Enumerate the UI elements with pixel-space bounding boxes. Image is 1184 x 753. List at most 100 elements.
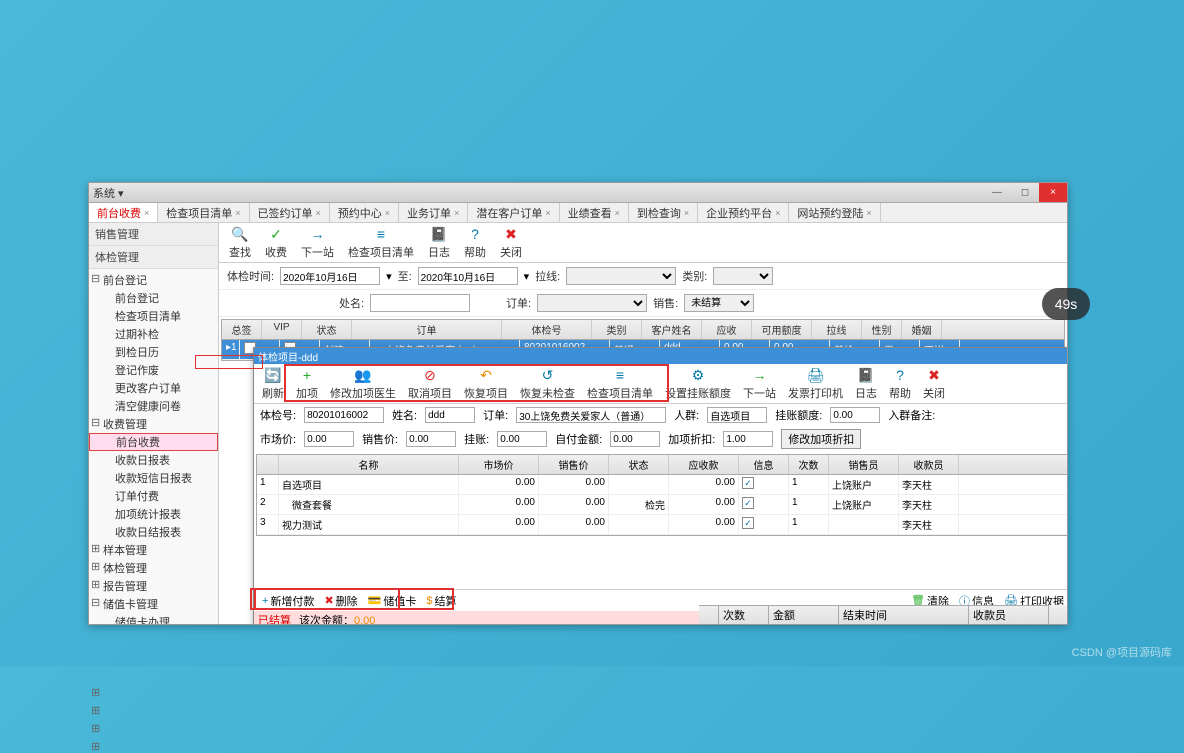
tree-node[interactable]: 加项统计报表	[89, 505, 218, 523]
market-input[interactable]	[304, 431, 354, 447]
order-select[interactable]	[537, 294, 647, 312]
tab-网站预约登陆[interactable]: 网站预约登陆×	[789, 203, 880, 222]
tab-close-icon[interactable]: ×	[316, 208, 321, 218]
group-input[interactable]	[707, 407, 767, 423]
tab-前台收费[interactable]: 前台收费×	[89, 203, 158, 222]
col-header[interactable]: 可用额度	[752, 320, 812, 339]
toolbar-收费[interactable]: ✓收费	[259, 224, 293, 261]
col-header[interactable]: 订单	[352, 320, 502, 339]
tree-node[interactable]: 收款短信日报表	[89, 469, 218, 487]
sw-toolbar-发票打印机[interactable]: 🖨发票打印机	[782, 365, 849, 402]
toolbar-关闭[interactable]: ✖关闭	[494, 224, 528, 261]
tree-node[interactable]: 储值卡管理	[89, 595, 218, 613]
dropdown-icon[interactable]: ▾	[386, 270, 392, 283]
item-col-header[interactable]: 次数	[789, 455, 829, 474]
col-header[interactable]: VIP	[262, 320, 302, 339]
col-header[interactable]: 性别	[862, 320, 902, 339]
tab-close-icon[interactable]: ×	[454, 208, 459, 218]
line-select[interactable]	[566, 267, 676, 285]
item-col-header[interactable]: 销售员	[829, 455, 899, 474]
tab-业绩查看[interactable]: 业绩查看×	[560, 203, 629, 222]
toolbar-下一站[interactable]: →下一站	[295, 224, 340, 261]
sidebar-cat-sales[interactable]: 销售管理	[89, 223, 218, 246]
tab-业务订单[interactable]: 业务订单×	[399, 203, 468, 222]
sw-toolbar-帮助[interactable]: ?帮助	[883, 365, 917, 402]
self-input[interactable]	[610, 431, 660, 447]
tab-检查项目清单[interactable]: 检查项目清单×	[158, 203, 249, 222]
dropdown-icon[interactable]: ▾	[524, 270, 530, 283]
sale-input[interactable]	[406, 431, 456, 447]
maximize-button[interactable]: ◻	[1011, 183, 1039, 202]
tree-node[interactable]: 储值卡办理	[89, 613, 218, 624]
col-header[interactable]: 状态	[302, 320, 352, 339]
sw-toolbar-日志[interactable]: 📓日志	[849, 365, 883, 402]
sw-toolbar-关闭[interactable]: ✖关闭	[917, 365, 951, 402]
tree-node[interactable]: 前台收费	[89, 433, 218, 451]
hist-col-header[interactable]	[699, 605, 719, 624]
tab-企业预约平台[interactable]: 企业预约平台×	[698, 203, 789, 222]
col-header[interactable]: 应收	[702, 320, 752, 339]
item-row[interactable]: 3视力测试0.000.000.00✓1李天柱	[257, 515, 1067, 535]
toolbar-帮助[interactable]: ?帮助	[458, 224, 492, 261]
tree-node[interactable]: 更改客户订单	[89, 379, 218, 397]
col-header[interactable]: 类别	[592, 320, 642, 339]
exam-no-input[interactable]	[304, 407, 384, 423]
hist-col-header[interactable]: 收款员	[969, 605, 1049, 624]
close-button[interactable]: ×	[1039, 183, 1067, 202]
modify-discount-button[interactable]: 修改加项折扣	[781, 429, 861, 449]
tree-node[interactable]: 检查项目清单	[89, 307, 218, 325]
system-menu[interactable]: 系统 ▾	[93, 185, 124, 201]
tree-node[interactable]: 清空健康问卷	[89, 397, 218, 415]
tree-node[interactable]: 报告管理	[89, 577, 218, 595]
item-col-header[interactable]: 应收款	[669, 455, 739, 474]
tree-node[interactable]: 前台登记	[89, 289, 218, 307]
sw-toolbar-下一站[interactable]: →下一站	[737, 365, 782, 402]
item-row[interactable]: 1自选项目0.000.000.00✓1上饶账户李天柱	[257, 475, 1067, 495]
tab-已签约订单[interactable]: 已签约订单×	[250, 203, 330, 222]
item-col-header[interactable]: 状态	[609, 455, 669, 474]
date-from-input[interactable]	[280, 267, 380, 285]
discount-input[interactable]	[723, 431, 773, 447]
hist-col-header[interactable]: 结束时间	[839, 605, 969, 624]
date-to-input[interactable]	[418, 267, 518, 285]
col-header[interactable]: 拉线	[812, 320, 862, 339]
tab-预约中心[interactable]: 预约中心×	[330, 203, 399, 222]
tab-close-icon[interactable]: ×	[235, 208, 240, 218]
tab-close-icon[interactable]: ×	[545, 208, 550, 218]
order-input[interactable]	[516, 407, 666, 423]
tab-close-icon[interactable]: ×	[866, 208, 871, 218]
type-select[interactable]	[713, 267, 773, 285]
tree-node[interactable]: 订单付费	[89, 487, 218, 505]
hist-col-header[interactable]: 金额	[769, 605, 839, 624]
col-header[interactable]: 客户姓名	[642, 320, 702, 339]
tree-node[interactable]: 过期补检	[89, 325, 218, 343]
item-col-header[interactable]: 销售价	[539, 455, 609, 474]
tree-node[interactable]: 收费管理	[89, 415, 218, 433]
tab-close-icon[interactable]: ×	[775, 208, 780, 218]
item-col-header[interactable]: 信息	[739, 455, 789, 474]
item-col-header[interactable]: 名称	[279, 455, 459, 474]
credit2-input[interactable]	[497, 431, 547, 447]
hist-col-header[interactable]: 次数	[719, 605, 769, 624]
sidebar-cat-exam[interactable]: 体检管理	[89, 246, 218, 269]
item-col-header[interactable]: 市场价	[459, 455, 539, 474]
toolbar-检查项目清单[interactable]: ≡检查项目清单	[342, 224, 420, 261]
tree-node[interactable]: 前台登记	[89, 271, 218, 289]
toolbar-日志[interactable]: 📓日志	[422, 224, 456, 261]
toolbar-查找[interactable]: 🔍查找	[223, 224, 257, 261]
credit-input[interactable]	[830, 407, 880, 423]
col-header[interactable]: 总签	[222, 320, 262, 339]
tree-node[interactable]: 收款日报表	[89, 451, 218, 469]
tree-node[interactable]: 收款日结报表	[89, 523, 218, 541]
name-input[interactable]	[425, 407, 475, 423]
tab-close-icon[interactable]: ×	[684, 208, 689, 218]
col-header[interactable]: 婚姻	[902, 320, 942, 339]
tab-到检查询[interactable]: 到检查询×	[629, 203, 698, 222]
sale-select[interactable]: 未结算	[684, 294, 754, 312]
tab-close-icon[interactable]: ×	[144, 208, 149, 218]
minimize-button[interactable]: —	[983, 183, 1011, 202]
sw-toolbar-设置挂账额度[interactable]: ⚙设置挂账额度	[659, 365, 737, 402]
item-col-header[interactable]	[257, 455, 279, 474]
tab-close-icon[interactable]: ×	[385, 208, 390, 218]
tree-node[interactable]: 样本管理	[89, 541, 218, 559]
